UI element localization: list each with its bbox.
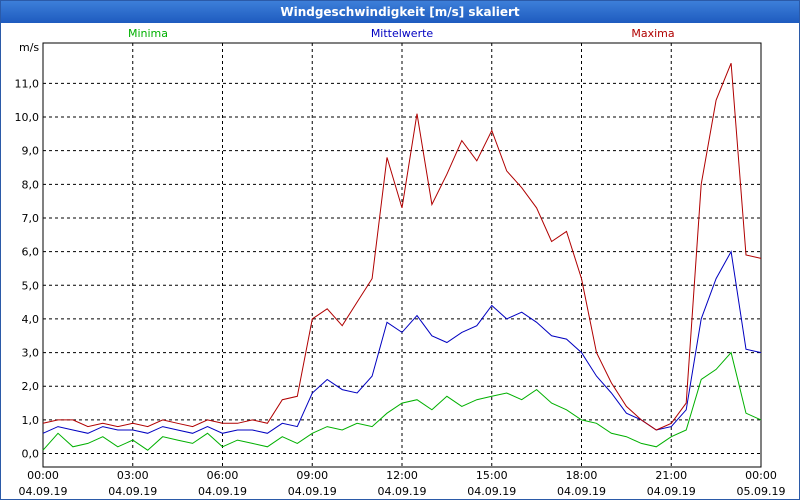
y-tick-label: 10,0 <box>15 111 40 124</box>
legend-entry-mittelwerte: Mittelwerte <box>371 27 434 40</box>
x-tick-time-label: 03:00 <box>117 469 149 482</box>
x-tick-date-label: 04.09.19 <box>198 485 247 498</box>
y-tick-label: 7,0 <box>22 212 40 225</box>
y-tick-label: 6,0 <box>22 246 40 259</box>
y-tick-label: 0,0 <box>22 448 40 461</box>
chart-window: Windgeschwindigkeit [m/s] skaliert m/s 0… <box>0 0 800 500</box>
y-tick-label: 2,0 <box>22 380 40 393</box>
x-tick-time-label: 00:00 <box>27 469 59 482</box>
y-tick-label: 11,0 <box>15 77 40 90</box>
x-tick-time-label: 12:00 <box>386 469 418 482</box>
x-tick-time-label: 18:00 <box>566 469 598 482</box>
y-tick-labels: 0,0 1,0 2,0 3,0 4,0 5,0 6,0 7,0 8,0 9,0 10,0 11,0 <box>15 77 40 460</box>
x-tick-date-label: 04.09.19 <box>647 485 696 498</box>
y-tick-label: 5,0 <box>22 279 40 292</box>
y-tick-label: 4,0 <box>22 313 40 326</box>
x-tick-time-label: 15:00 <box>476 469 508 482</box>
y-tick-label: 3,0 <box>22 347 40 360</box>
legend-entry-maxima: Maxima <box>631 27 674 40</box>
x-tick-time-label: 21:00 <box>655 469 687 482</box>
x-tick-time-label: 09:00 <box>296 469 328 482</box>
x-tick-time-label: 06:00 <box>207 469 239 482</box>
x-tick-date-label: 04.09.19 <box>557 485 606 498</box>
y-tick-label: 8,0 <box>22 178 40 191</box>
window-title: Windgeschwindigkeit [m/s] skaliert <box>1 1 799 23</box>
y-tick-label: 1,0 <box>22 414 40 427</box>
x-tick-date-label: 05.09.19 <box>737 485 786 498</box>
x-tick-time-label: 00:00 <box>745 469 777 482</box>
x-tick-date-label: 04.09.19 <box>108 485 157 498</box>
y-tick-label: 9,0 <box>22 145 40 158</box>
x-tick-date-label: 04.09.19 <box>467 485 516 498</box>
x-tick-date-label: 04.09.19 <box>19 485 68 498</box>
x-tick-labels: 00:00 04.09.19 03:00 04.09.19 06:00 04.09.19 0… <box>19 469 786 498</box>
wind-speed-chart: m/s 0,0 1,0 2,0 3,0 4,0 5,0 6,0 7,0 8,0 9,0 10,0 11… <box>15 27 786 498</box>
y-axis-unit-label: m/s <box>19 41 39 54</box>
x-tick-date-label: 04.09.19 <box>288 485 337 498</box>
legend: Minima Mittelwerte Maxima <box>128 27 675 40</box>
legend-entry-minima: Minima <box>128 27 168 40</box>
x-tick-date-label: 04.09.19 <box>378 485 427 498</box>
